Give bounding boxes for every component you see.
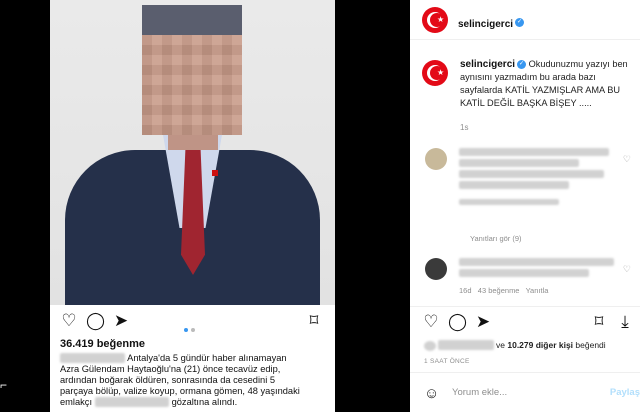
- caption-line-5a: emlakçı: [60, 397, 93, 407]
- commenter-avatar[interactable]: [425, 148, 447, 170]
- share-icon[interactable]: ➤: [474, 313, 492, 331]
- caption-line-5b: gözaltına alındı.: [171, 397, 238, 407]
- post-button[interactable]: Paylaş: [610, 387, 640, 398]
- save-icon[interactable]: ⌑: [590, 313, 608, 331]
- comment-like-icon[interactable]: ♡: [623, 154, 631, 165]
- emoji-icon[interactable]: ☺: [424, 385, 439, 402]
- post-actions: ♡ ◯ ➤ ⌑: [50, 305, 335, 335]
- comments-panel: ★ selincigerci ✓ ★ selincigerci ✓ Okudunuz…: [410, 0, 640, 412]
- liked-by: xxxxxxxxxxxxx ve 10.279 diğer kişi beğen…: [424, 340, 606, 351]
- comment-item: 16d 43 beğenme Yanıtla ♡: [425, 258, 635, 308]
- comment-likes[interactable]: 43 beğenme: [478, 286, 520, 295]
- heart-icon[interactable]: ♡: [422, 313, 440, 331]
- caption-line-1: Antalya'da 5 gündür haber alınamayan: [127, 353, 287, 363]
- owner-comment: selincigerci ✓ Okudunuzmu yazıyı ben aynı…: [460, 58, 632, 110]
- panel-header: ★ selincigerci ✓: [410, 0, 640, 40]
- comment-like-icon[interactable]: ♡: [623, 264, 631, 275]
- save-icon[interactable]: ⌑: [305, 312, 323, 330]
- commenter-avatar[interactable]: [425, 258, 447, 280]
- reply-link[interactable]: Yanıtla: [526, 286, 549, 295]
- blurred-username: xxxxxxxxxxxxxx: [60, 353, 126, 363]
- view-replies[interactable]: Yanıtları gör (9): [470, 234, 522, 243]
- header-username[interactable]: selincigerci: [458, 19, 513, 30]
- comment-icon[interactable]: ◯: [86, 312, 105, 330]
- comment-body: 16d 43 beğenme Yanıtla: [459, 258, 619, 296]
- owner-username[interactable]: selincigerci: [460, 59, 515, 70]
- comment-time: 16d: [459, 286, 472, 295]
- verified-icon: ✓: [517, 60, 527, 70]
- heart-icon[interactable]: ♡: [60, 312, 78, 330]
- comment-item: ♡: [425, 148, 635, 238]
- blurred-liker: xxxxxxxxxxxxx: [438, 340, 494, 350]
- post-likes[interactable]: 36.419 beğenme: [60, 338, 145, 350]
- blurred-name: xxxxxxxxxxxxxxxx: [94, 397, 169, 407]
- comment-input[interactable]: Yorum ekle...: [452, 387, 507, 398]
- share-icon[interactable]: ➤: [112, 312, 130, 330]
- carousel-dots: [184, 319, 202, 332]
- owner-avatar[interactable]: ★: [422, 60, 448, 86]
- caption-line-3: ardından boğarak öldüren, sonrasında da …: [60, 375, 276, 385]
- caption-line-4: parçaya bölüp, valize koyup, ormana göme…: [60, 386, 300, 396]
- owner-comment-time: 1s: [460, 123, 469, 132]
- download-icon[interactable]: ⤓: [616, 313, 634, 331]
- caption-line-2: Azra Gülendam Haytaoğlu'na (21) önce tec…: [60, 364, 281, 374]
- comment-icon[interactable]: ◯: [448, 313, 467, 331]
- post-caption: xxxxxxxxxxxxxx Antalya'da 5 gündür haber…: [60, 353, 325, 408]
- panel-actions: ♡ ◯ ➤ ⌑ ⤓ xxxxxxxxxxxxx ve 10.279 diğer …: [410, 306, 640, 366]
- expand-icon[interactable]: ⌐: [0, 378, 14, 392]
- post-age: 1 SAAT ÖNCE: [424, 358, 470, 365]
- add-comment-bar: ☺ Yorum ekle... Paylaş: [410, 372, 640, 412]
- post-card: ♡ ◯ ➤ ⌑ 36.419 beğenme xxxxxxxxxxxxxx An…: [50, 0, 335, 412]
- verified-icon: ✓: [515, 18, 525, 28]
- post-photo: [50, 0, 335, 305]
- avatar[interactable]: ★: [422, 7, 448, 33]
- comment-body: [459, 148, 619, 205]
- liked-count[interactable]: 10.279 diğer kişi: [507, 340, 573, 350]
- screen: ♡ ◯ ➤ ⌑ 36.419 beğenme xxxxxxxxxxxxxx An…: [0, 0, 640, 412]
